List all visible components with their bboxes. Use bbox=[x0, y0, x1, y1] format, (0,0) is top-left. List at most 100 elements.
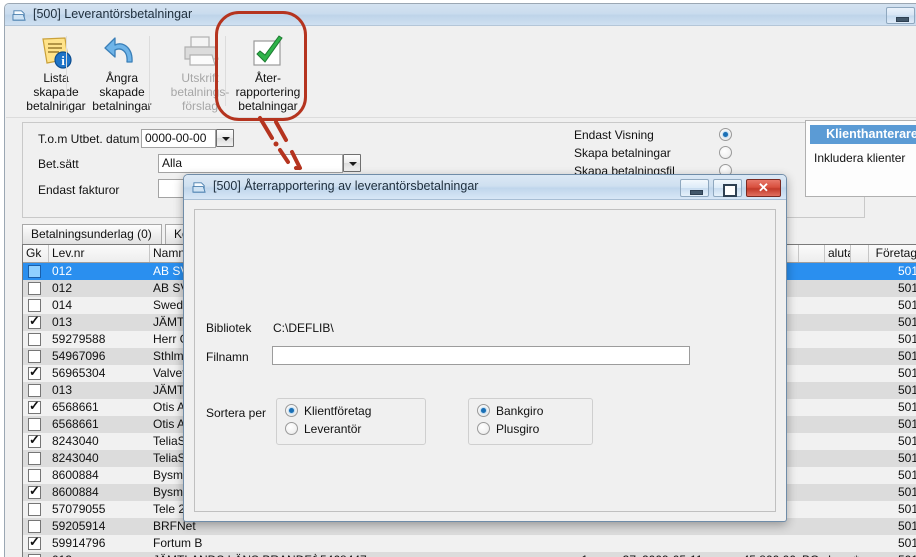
cell-typ bbox=[799, 382, 825, 399]
cell-namn: JÄMTLANDS LÄNS BRANDFÖR bbox=[150, 552, 317, 557]
dialog-close-button[interactable]: ✕ bbox=[746, 179, 781, 197]
cell-valuta bbox=[825, 297, 851, 314]
cell-datum bbox=[639, 535, 711, 552]
row-checkbox[interactable] bbox=[28, 350, 41, 363]
row-checkbox[interactable] bbox=[28, 534, 41, 550]
cell-typ bbox=[799, 484, 825, 501]
cell-levnr: 8243040 bbox=[52, 434, 99, 448]
row-checkbox[interactable] bbox=[28, 299, 41, 312]
row-checkbox[interactable] bbox=[28, 520, 41, 533]
main-titlebar: [500] Leverantörsbetalningar bbox=[5, 4, 916, 26]
cell-levnr: 57079055 bbox=[52, 502, 106, 516]
row-checkbox[interactable] bbox=[28, 503, 41, 516]
cell-konto: 5468447 bbox=[317, 552, 507, 557]
cell-star bbox=[851, 280, 869, 297]
row-checkbox[interactable] bbox=[28, 333, 41, 346]
cell-typ bbox=[799, 314, 825, 331]
radio-skapa-betalningar[interactable]: Skapa betalningar bbox=[574, 146, 732, 160]
input-tom-utbet-datum[interactable]: 0000-00-00 bbox=[141, 129, 216, 148]
giro-options-group: Bankgiro Plusgiro bbox=[468, 398, 593, 445]
cell-star bbox=[851, 348, 869, 365]
radio-klientforetag-indicator[interactable] bbox=[285, 404, 298, 417]
cell-levnr: 6568661 bbox=[52, 400, 99, 414]
cell-foretag: 501 bbox=[897, 468, 916, 482]
aterrapportering-dialog: [500] Återrapportering av leverantörsbet… bbox=[183, 174, 787, 522]
toolbar-button-angra-skapade-betalningar[interactable]: Ångra skapade betalningar bbox=[78, 29, 166, 115]
cell-levnr: 014 bbox=[52, 298, 73, 312]
table-row[interactable]: 59914796 Fortum B 501 bbox=[23, 534, 916, 552]
radio-plusgiro-label[interactable]: Plusgiro bbox=[496, 422, 539, 436]
toolbar-button-label: Åter- bbox=[254, 71, 281, 85]
row-checkbox[interactable] bbox=[28, 384, 41, 397]
dialog-body: Bibliotek C:\DEFLIB\ Filnamn Sortera per… bbox=[185, 201, 785, 520]
cell-foretag: 501 bbox=[897, 434, 916, 448]
tab-betalningsunderlag[interactable]: Betalningsunderlag (0) bbox=[22, 224, 162, 244]
grid-header-levnr[interactable]: Lev.nr bbox=[49, 245, 150, 262]
row-checkbox[interactable] bbox=[28, 483, 41, 499]
dialog-content-frame: Bibliotek C:\DEFLIB\ Filnamn Sortera per… bbox=[194, 209, 776, 512]
row-checkbox[interactable] bbox=[28, 313, 41, 329]
cell-belopp bbox=[711, 535, 799, 552]
grid-header-foretag[interactable]: Företag bbox=[869, 245, 916, 262]
dialog-minimize-button[interactable] bbox=[680, 179, 709, 197]
svg-text:i: i bbox=[61, 53, 65, 68]
cell-valuta bbox=[825, 331, 851, 348]
cell-valuta bbox=[825, 518, 851, 535]
row-checkbox[interactable] bbox=[28, 398, 41, 414]
cell-valuta bbox=[825, 450, 851, 467]
cell-datum: 2009-05-11 bbox=[639, 552, 711, 557]
cell-typ bbox=[799, 433, 825, 450]
main-window-title: [500] Leverantörsbetalningar bbox=[33, 7, 193, 21]
cell-valuta bbox=[825, 467, 851, 484]
cell-star bbox=[851, 518, 869, 535]
row-checkbox[interactable] bbox=[28, 469, 41, 482]
radio-klientforetag-label[interactable]: Klientföretag bbox=[304, 404, 371, 418]
radio-leverantor-indicator[interactable] bbox=[285, 422, 298, 435]
cell-star: * bbox=[851, 552, 869, 557]
grid-header-valuta[interactable]: aluta bbox=[825, 245, 851, 262]
label-tom-utbet-datum: T.o.m Utbet. datum bbox=[38, 132, 140, 146]
cell-typ bbox=[799, 399, 825, 416]
row-checkbox[interactable] bbox=[28, 282, 41, 295]
cell-foretag: 501 bbox=[897, 451, 916, 465]
cell-star bbox=[851, 450, 869, 467]
row-checkbox[interactable] bbox=[28, 432, 41, 448]
radio-label: Endast Visning bbox=[574, 128, 654, 142]
row-checkbox[interactable] bbox=[28, 364, 41, 380]
cell-foretag: 501 bbox=[897, 536, 916, 550]
cell-levnr: 012 bbox=[52, 264, 73, 278]
table-row[interactable]: 013JÄMTLANDS LÄNS BRANDFÖR54684471372009… bbox=[23, 552, 916, 557]
dropdown-tom-utbet-datum[interactable] bbox=[216, 129, 234, 147]
radio-leverantor-label[interactable]: Leverantör bbox=[304, 422, 361, 436]
input-betsatt[interactable]: Alla bbox=[158, 154, 343, 173]
dialog-maximize-button[interactable] bbox=[713, 179, 742, 197]
cell-star bbox=[851, 433, 869, 450]
grid-header-star[interactable] bbox=[851, 245, 869, 262]
cell-antal bbox=[507, 535, 591, 552]
cell-typ bbox=[799, 297, 825, 314]
radio-bankgiro-indicator[interactable] bbox=[477, 404, 490, 417]
radio-indicator bbox=[719, 128, 732, 141]
dropdown-betsatt[interactable] bbox=[343, 154, 361, 172]
row-checkbox[interactable] bbox=[28, 452, 41, 465]
klienthanterare-panel: Klienthanterare Inkludera klienter bbox=[805, 120, 916, 197]
cell-belopp: 45 800,00 bbox=[711, 552, 799, 557]
radio-plusgiro-indicator[interactable] bbox=[477, 422, 490, 435]
input-filnamn[interactable] bbox=[272, 346, 690, 365]
toolbar-button-aterrapportering-betalningar[interactable]: Åter- rapportering betalningar bbox=[224, 29, 312, 115]
dialog-titlebar: [500] Återrapportering av leverantörsbet… bbox=[184, 175, 786, 200]
toolbar-button-label: skapade bbox=[99, 85, 145, 99]
main-minimize-button[interactable] bbox=[886, 7, 915, 24]
cell-antal: 1 bbox=[507, 552, 591, 557]
cell-nr: 37 bbox=[591, 552, 639, 557]
klienthanterare-row-label[interactable]: Inkludera klienter bbox=[814, 151, 905, 165]
row-checkbox[interactable] bbox=[28, 418, 41, 431]
row-checkbox[interactable] bbox=[28, 265, 41, 278]
cell-foretag: 501 bbox=[897, 485, 916, 499]
cell-star bbox=[851, 467, 869, 484]
radio-bankgiro-label[interactable]: Bankgiro bbox=[496, 404, 543, 418]
grid-header-gk[interactable]: Gk bbox=[23, 245, 49, 262]
radio-endast-visning[interactable]: Endast Visning bbox=[574, 128, 732, 142]
grid-header-typ[interactable] bbox=[799, 245, 825, 262]
cell-star bbox=[851, 484, 869, 501]
